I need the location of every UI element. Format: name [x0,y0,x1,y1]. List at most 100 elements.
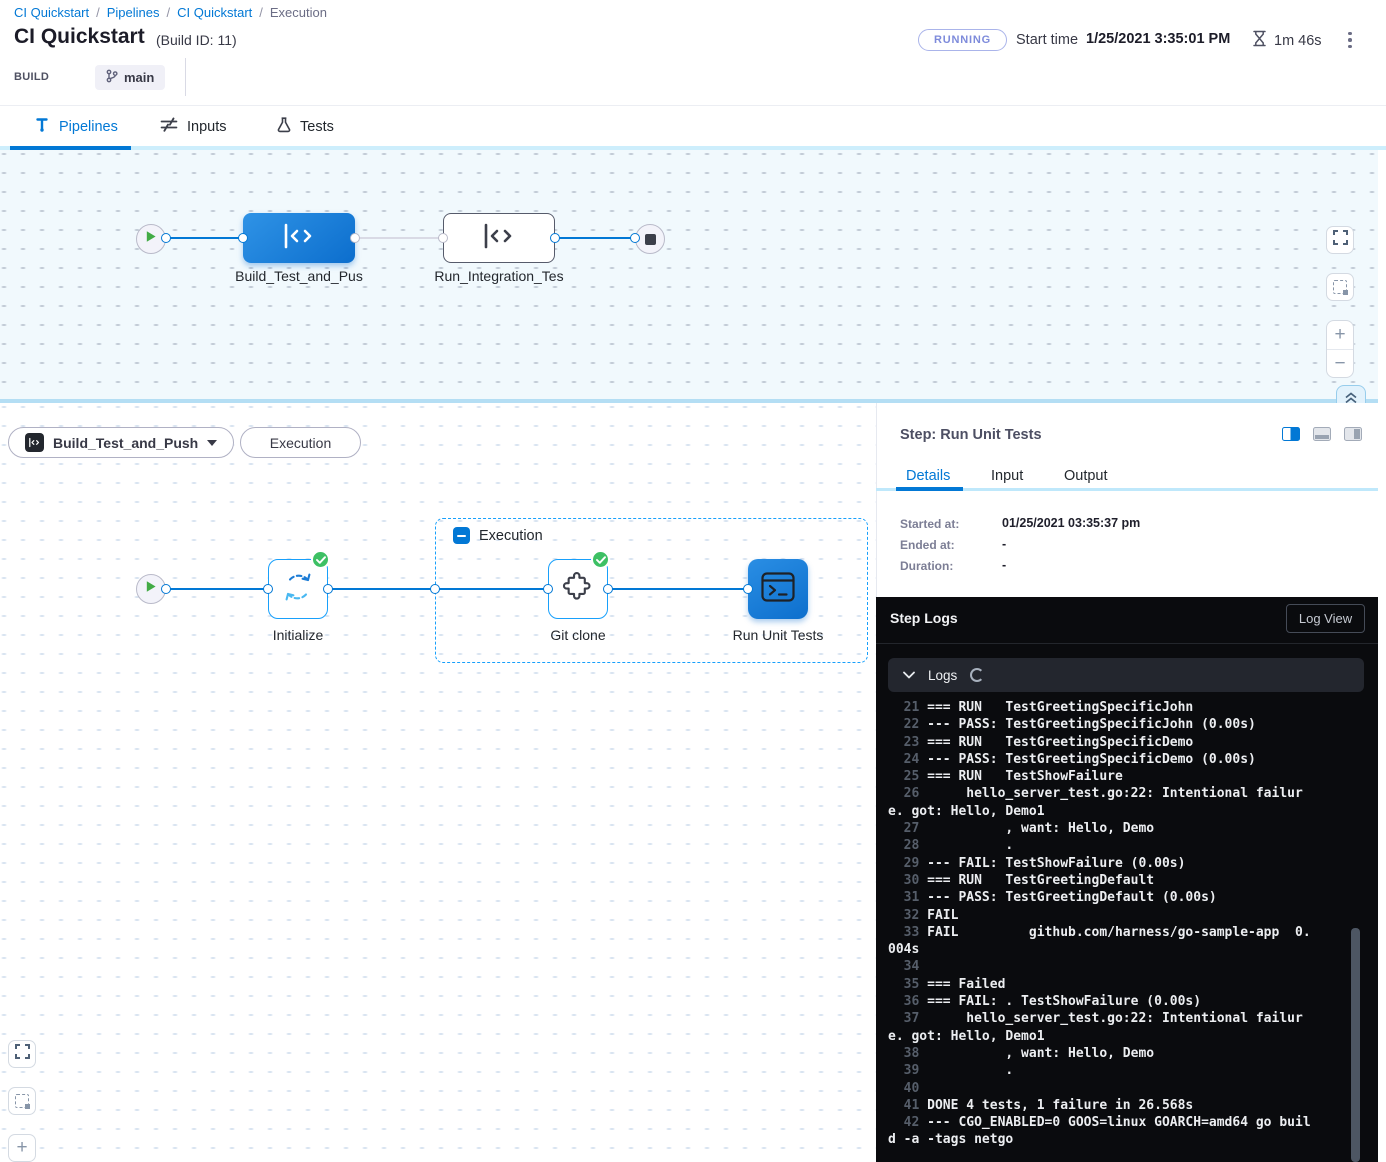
edge-port [238,233,248,243]
marquee-select-button[interactable] [1326,273,1354,301]
logs-header-divider [876,643,1378,644]
hourglass-icon [1252,30,1267,51]
tab-tests[interactable]: Tests [277,106,334,147]
zoom-out-button[interactable]: − [1327,349,1353,377]
breadcrumb-current: Execution [270,5,327,20]
play-icon [145,230,157,248]
flask-icon [277,117,291,137]
group-label-text: Execution [479,528,543,544]
execution-view-button[interactable]: Execution [240,427,361,458]
dock-right-icon[interactable] [1344,427,1362,441]
kebab-menu-icon[interactable] [1342,27,1358,53]
breadcrumb-link[interactable]: CI Quickstart [14,5,89,20]
log-line: 34 [888,958,1312,975]
code-icon [25,433,44,452]
step-details-title: Step: Run Unit Tests [900,427,1042,443]
log-view-button[interactable]: Log View [1286,604,1365,633]
zoom-in-button[interactable]: + [8,1134,36,1162]
execution-view-label: Execution [270,435,331,451]
pipeline-edge [166,237,243,239]
inputs-icon [160,117,178,136]
field-value: - [1002,537,1006,551]
edge-port [630,233,640,243]
details-tab-details[interactable]: Details [906,468,950,484]
log-line: 22 --- PASS: TestGreetingSpecificJohn (0… [888,716,1312,733]
log-scrollbar-thumb[interactable] [1351,928,1360,1162]
build-label: BUILD [14,71,49,83]
panel-layout-switcher [1282,427,1362,441]
fullscreen-button[interactable] [1326,226,1354,254]
log-line: 42 --- CGO_ENABLED=0 GOOS=linux GOARCH=a… [888,1114,1312,1149]
start-time-value: 1/25/2021 3:35:01 PM [1086,31,1230,47]
log-line: 29 --- FAIL: TestShowFailure (0.00s) [888,855,1312,872]
edge-port [550,233,560,243]
edge-port [743,584,753,594]
log-line: 23 === RUN TestGreetingSpecificDemo [888,734,1312,751]
tab-pipelines[interactable]: Pipelines [34,106,118,147]
zoom-controls: + − [1326,320,1354,378]
zoom-in-button[interactable]: + [1327,321,1353,349]
execution-edge [608,588,748,590]
field-label: Duration: [900,559,953,573]
stage-node-label: Build_Test_and_Pus [213,268,385,284]
log-line: 31 --- PASS: TestGreetingDefault (0.00s) [888,889,1312,906]
log-line: 24 --- PASS: TestGreetingSpecificDemo (0… [888,751,1312,768]
start-time-label: Start time [1016,32,1078,48]
stage-selector-dropdown[interactable]: Build_Test_and_Push [8,427,234,458]
edge-port [603,584,613,594]
code-icon [481,222,517,255]
log-line: 32 FAIL [888,907,1312,924]
log-line: 25 === RUN TestShowFailure [888,768,1312,785]
details-tab-output[interactable]: Output [1064,468,1108,484]
log-line: 33 FAIL github.com/harness/go-sample-app… [888,924,1312,959]
log-line: 38 , want: Hello, Demo [888,1045,1312,1062]
header-separator [185,58,186,96]
stage-node-run-integration-tests[interactable] [443,213,555,263]
edge-port [161,584,171,594]
build-id: (Build ID: 11) [156,32,237,48]
loading-spinner-icon [970,668,984,682]
pipeline-icon [34,116,50,137]
page-scroll-gutter [1378,150,1386,1162]
breadcrumb-link[interactable]: Pipelines [107,5,160,20]
terminal-icon [760,571,796,608]
step-node-run-unit-tests[interactable] [748,559,808,619]
log-line: 40 [888,1080,1312,1097]
fullscreen-button[interactable] [8,1040,36,1068]
duration: 1m 46s [1252,30,1322,51]
marquee-icon [1333,280,1347,294]
collapse-group-icon[interactable] [453,527,470,544]
details-tab-active-underline [896,487,963,491]
log-line: 27 , want: Hello, Demo [888,820,1312,837]
logs-section-header[interactable]: Logs [888,658,1364,692]
field-label: Ended at: [900,538,955,552]
success-check-icon [591,550,610,569]
branch-chip[interactable]: main [95,65,165,90]
branch-name: main [124,70,154,85]
field-label: Started at: [900,517,959,531]
tab-label: Inputs [187,119,227,135]
field-value: 01/25/2021 03:35:37 pm [1002,516,1140,530]
harness-execution-page: CI Quickstart/Pipelines/CI Quickstart/Ex… [0,0,1386,1162]
tab-label: Tests [300,119,334,135]
edge-port [263,584,273,594]
split-right-icon[interactable] [1282,427,1300,441]
fullscreen-icon [1333,230,1348,250]
tab-inputs[interactable]: Inputs [160,106,227,147]
execution-group-label: Execution [453,527,543,544]
log-line: 36 === FAIL: . TestShowFailure (0.00s) [888,993,1312,1010]
pipeline-canvas[interactable] [0,150,1386,399]
stop-icon [645,234,656,245]
marquee-select-button[interactable] [8,1087,36,1115]
execution-canvas[interactable] [0,403,876,1162]
dock-bottom-icon[interactable] [1313,427,1331,441]
log-line: 39 . [888,1062,1312,1079]
log-line: 41 DONE 4 tests, 1 failure in 26.568s [888,1097,1312,1114]
breadcrumb-link[interactable]: CI Quickstart [177,5,252,20]
pipeline-edge [355,237,443,239]
stage-node-build-test-and-push[interactable] [243,213,355,263]
edge-port [161,233,171,243]
log-line: 35 === Failed [888,976,1312,993]
log-line: 37 hello_server_test.go:22: Intentional … [888,1010,1312,1045]
details-tab-input[interactable]: Input [991,468,1023,484]
